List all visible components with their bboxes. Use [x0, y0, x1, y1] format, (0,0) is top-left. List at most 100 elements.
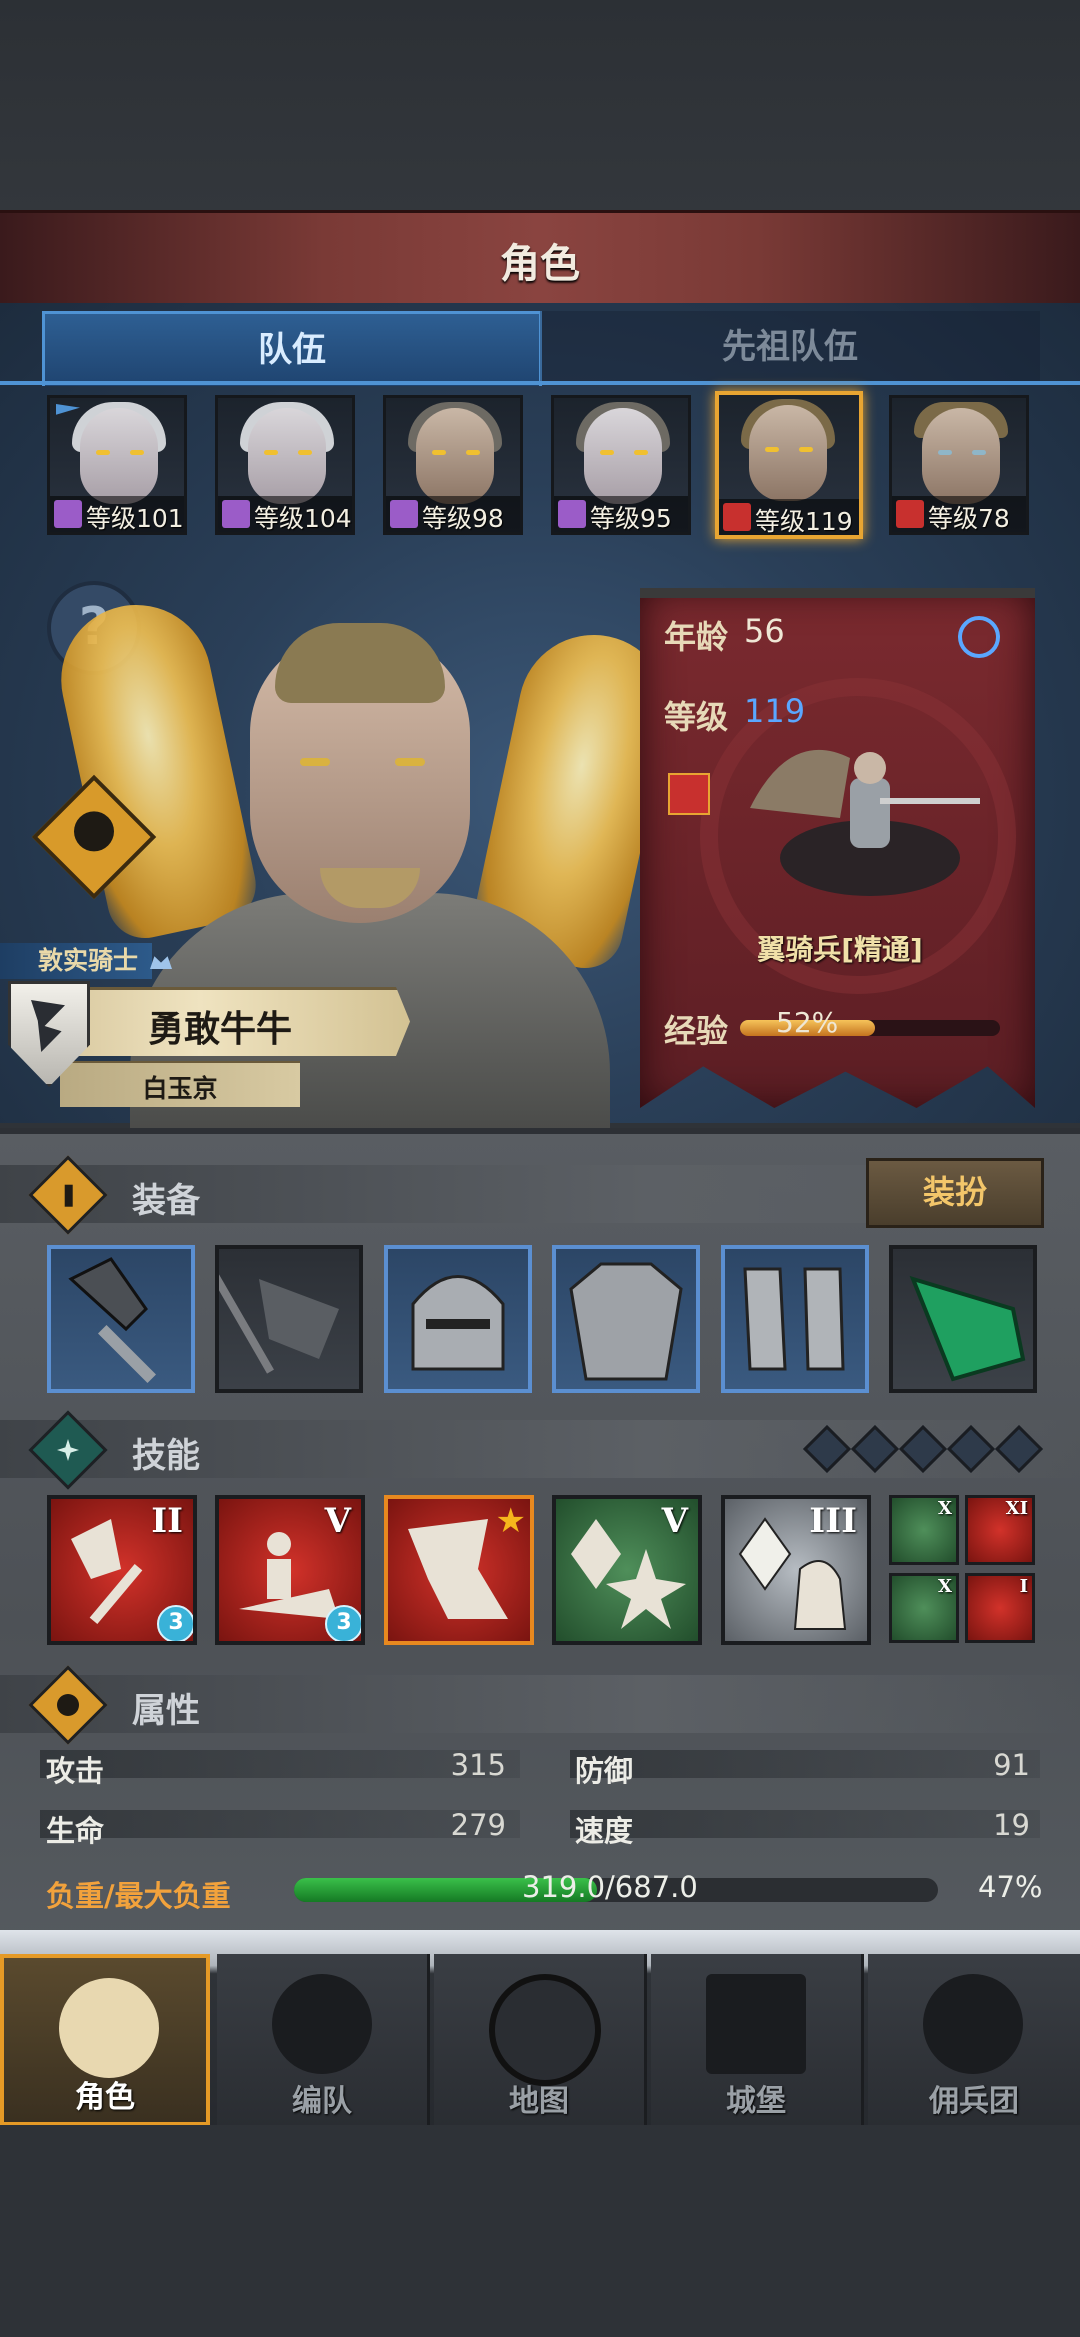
skill-glyph — [738, 1517, 792, 1591]
skill-glyph — [267, 1559, 291, 1599]
roster-portrait[interactable]: 等级95 — [551, 395, 691, 535]
portrait-level: 等级119 — [719, 499, 859, 535]
passive-skill-slot[interactable]: I — [965, 1573, 1035, 1643]
level-label: 等级 — [664, 698, 729, 736]
hp-value: 279 — [450, 1808, 506, 1842]
nav-castle[interactable]: 城堡 — [651, 1954, 864, 2126]
skill-slot[interactable]: V — [552, 1495, 702, 1645]
status-area — [0, 0, 1080, 210]
eye — [96, 450, 110, 455]
horse-icon — [723, 503, 751, 531]
green-gem-icon — [909, 1275, 1026, 1382]
roster-portrait[interactable]: 等级98 — [383, 395, 523, 535]
equip-slot-offhand[interactable] — [215, 1245, 363, 1393]
level-text: 等级101 — [86, 504, 184, 533]
face — [749, 405, 827, 501]
load-value: 319.0/687.0 — [522, 1870, 698, 1904]
tab-ancestor-team[interactable]: 先祖队伍 — [540, 311, 1040, 383]
attributes-title: 属性 — [132, 1691, 200, 1731]
level-text: 等级119 — [755, 507, 853, 536]
level-value: 119 — [744, 692, 806, 730]
chest-armor-icon — [569, 1262, 683, 1381]
level-text: 等级104 — [254, 504, 352, 533]
nav-character[interactable]: 角色 — [0, 1954, 210, 2126]
hero-eye — [300, 758, 330, 766]
equip-slot-accessory[interactable] — [889, 1245, 1037, 1393]
eye — [938, 450, 952, 455]
skill-gem-badge: 3 — [157, 1605, 193, 1641]
roster-portrait[interactable]: 等级78 — [889, 395, 1029, 535]
passive-skill-slot[interactable]: X — [889, 1573, 959, 1643]
eye — [298, 450, 312, 455]
greave-left — [743, 1267, 787, 1371]
tab-team[interactable]: 队伍 — [42, 311, 542, 386]
portrait-level: 等级98 — [386, 496, 520, 532]
nav-mercenary[interactable]: 佣兵团 — [868, 1954, 1080, 2126]
hero-city: 白玉京 — [142, 1074, 218, 1103]
roster-portrait-selected[interactable]: 等级119 — [715, 391, 863, 539]
equip-slot-helmet[interactable] — [384, 1245, 532, 1393]
sword-glyph — [64, 1184, 73, 1207]
star-glyph — [57, 1439, 79, 1461]
potion-icon — [74, 811, 114, 852]
eye — [972, 450, 986, 455]
nav-map[interactable]: 地图 — [434, 1954, 647, 2126]
portrait-level: 等级95 — [554, 496, 688, 532]
dress-up-button[interactable]: 装扮 — [866, 1158, 1044, 1228]
eye — [765, 447, 779, 452]
hero-name-bar[interactable]: 勇敢牛牛 — [60, 987, 410, 1056]
rider-head — [854, 752, 886, 784]
passive-skill-rank: I — [1019, 1576, 1028, 1597]
eye — [264, 450, 278, 455]
passive-skill-rank: X — [938, 1576, 952, 1597]
nav-label: 佣兵团 — [929, 2084, 1019, 2119]
helmet-visor — [426, 1319, 490, 1329]
rank-crown-icon — [150, 956, 172, 969]
equip-slot-weapon[interactable] — [47, 1245, 195, 1393]
compass-icon — [489, 1974, 601, 2086]
hero-nameplate: 敦实骑士 勇敢牛牛 白玉京 — [0, 943, 420, 1123]
passive-skill-rank: XI — [1005, 1498, 1028, 1519]
skill-slot[interactable]: III — [721, 1495, 871, 1645]
wing-shape — [750, 749, 850, 818]
nav-formation[interactable]: 编队 — [217, 1954, 430, 2126]
winged-hussar-illustration — [750, 749, 980, 896]
skill-slot-selected[interactable]: ★ — [384, 1495, 534, 1645]
fist-banner-icon — [923, 1974, 1023, 2074]
exp-percent: 52% — [776, 1006, 839, 1039]
load-percent: 47% — [978, 1870, 1043, 1904]
sword-icon — [28, 1155, 108, 1235]
eye — [600, 450, 614, 455]
age-label: 年龄 — [664, 618, 729, 656]
roster-portrait[interactable]: 等级101 — [47, 395, 187, 535]
equip-slot-armor[interactable] — [552, 1245, 700, 1393]
defense-value: 91 — [993, 1748, 1030, 1782]
defense-label: 防御 — [575, 1754, 634, 1788]
passive-skill-slot[interactable]: XI — [965, 1495, 1035, 1565]
star-icon: ★ — [495, 1501, 526, 1541]
tab-underline — [0, 381, 1080, 385]
nav-label: 编队 — [292, 2084, 352, 2119]
skill-slot[interactable]: II 3 — [47, 1495, 197, 1645]
left-wing-aura — [47, 591, 263, 945]
unit-type: 翼骑兵[精通] — [757, 933, 923, 966]
skill-glyph — [267, 1532, 291, 1556]
staff-icon — [558, 500, 586, 528]
skill-slot[interactable]: V 3 — [215, 1495, 365, 1645]
roster-portrait[interactable]: 等级104 — [215, 395, 355, 535]
speed-value: 19 — [993, 1808, 1030, 1842]
skill-glyph — [408, 1519, 508, 1619]
equip-slot-boots[interactable] — [721, 1245, 869, 1393]
attack-label: 攻击 — [46, 1754, 105, 1788]
portrait-level: 等级78 — [892, 496, 1026, 532]
rank-title: 敦实骑士 — [0, 943, 153, 979]
equipment-title: 装备 — [132, 1181, 200, 1221]
rider-body — [850, 778, 890, 848]
portrait-level: 等级101 — [50, 496, 184, 532]
skill-rank: V — [661, 1501, 688, 1541]
eye — [799, 447, 813, 452]
passive-skill-slot[interactable]: X — [889, 1495, 959, 1565]
face — [416, 408, 494, 504]
hero-name: 勇敢牛牛 — [147, 1009, 292, 1050]
armor-shape — [569, 1262, 683, 1381]
